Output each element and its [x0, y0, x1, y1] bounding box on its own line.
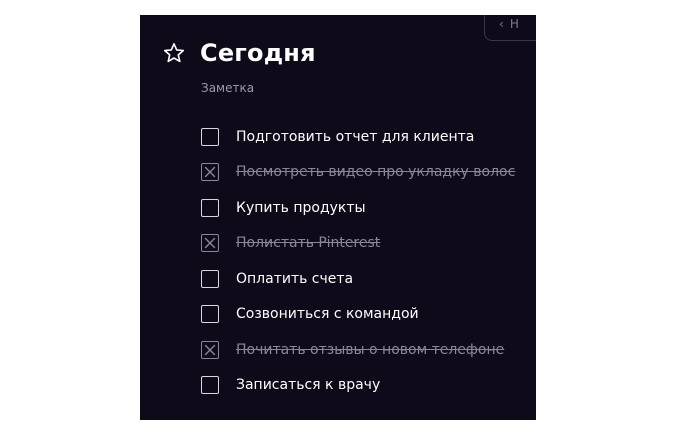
checkbox[interactable] — [201, 198, 219, 217]
task-label: Полистать Pinterest — [236, 235, 381, 252]
task-item[interactable]: Полистать Pinterest — [201, 226, 515, 262]
task-label: Почитать отзывы о новом телефоне — [236, 341, 505, 358]
task-item[interactable]: Почитать отзывы о новом телефоне — [201, 332, 515, 368]
checkbox[interactable] — [201, 376, 219, 395]
checkbox-checked[interactable] — [201, 163, 219, 182]
back-button[interactable]: ‹ Н — [484, 15, 536, 41]
chevron-left-icon: ‹ — [499, 17, 504, 31]
checkbox-checked[interactable] — [201, 340, 219, 359]
note-header: Сегодня — [162, 39, 316, 67]
checkbox[interactable] — [201, 305, 219, 324]
cross-icon — [204, 344, 216, 355]
task-item[interactable]: Купить продукты — [201, 190, 515, 226]
back-button-label: Н — [509, 17, 519, 31]
note-title: Сегодня — [200, 39, 316, 67]
task-item[interactable]: Оплатить счета — [201, 261, 515, 297]
task-label: Подготовить отчет для клиента — [236, 128, 475, 145]
cross-icon — [204, 167, 216, 178]
task-label: Посмотреть видео про укладку волос — [236, 164, 516, 181]
task-label: Оплатить счета — [236, 270, 354, 287]
task-label: Созвониться с командой — [236, 306, 419, 323]
task-label: Купить продукты — [236, 199, 366, 216]
star-icon[interactable] — [162, 41, 186, 65]
task-item[interactable]: Подготовить отчет для клиента — [201, 119, 515, 155]
note-panel: ‹ Н Сегодня Заметка Подготовить отчет для… — [140, 15, 536, 420]
note-subtitle: Заметка — [201, 81, 255, 95]
cross-icon — [204, 238, 216, 249]
checkbox[interactable] — [201, 127, 219, 146]
task-item[interactable]: Посмотреть видео про укладку волос — [201, 155, 515, 191]
task-list: Подготовить отчет для клиента Посмотреть … — [201, 119, 515, 403]
task-item[interactable]: Записаться к врачу — [201, 368, 515, 404]
task-label: Записаться к врачу — [236, 377, 381, 394]
checkbox[interactable] — [201, 269, 219, 288]
checkbox-checked[interactable] — [201, 234, 219, 253]
task-item[interactable]: Созвониться с командой — [201, 297, 515, 333]
